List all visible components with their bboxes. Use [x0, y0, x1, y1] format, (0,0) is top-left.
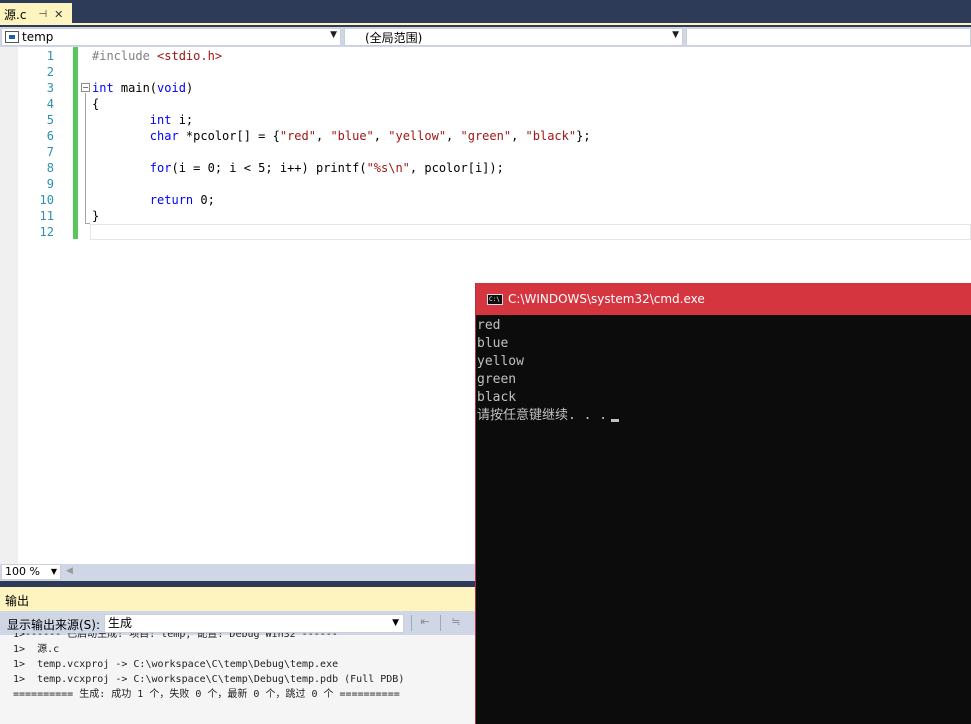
- console-title: C:\WINDOWS\system32\cmd.exe: [508, 292, 705, 306]
- document-tab-strip: 源.c ⊣ ✕: [0, 0, 971, 25]
- chevron-down-icon: ▼: [50, 567, 57, 576]
- line-number: 6: [46, 129, 54, 143]
- navigation-bar: temp ▼ (全局范围) ▼: [0, 27, 971, 47]
- code-line: {: [92, 97, 100, 111]
- line-number: 1: [46, 49, 54, 63]
- tab-title: 源.c: [4, 7, 27, 22]
- console-line: blue: [477, 336, 509, 351]
- console-output: red blue yellow green black 请按任意键继续. . .: [477, 317, 620, 425]
- console-title-bar[interactable]: C:\ C:\WINDOWS\system32\cmd.exe: [476, 283, 971, 315]
- scroll-left-icon[interactable]: ◀: [66, 566, 73, 576]
- toolbar-separator: [440, 615, 441, 631]
- code-line: char *pcolor[] = {"red", "blue", "yellow…: [149, 129, 591, 143]
- previous-message-icon[interactable]: ≒: [449, 615, 463, 629]
- chevron-down-icon: ▼: [672, 30, 679, 40]
- output-source-label: 显示输出来源(S):: [7, 618, 101, 632]
- change-tracking-bar: [73, 47, 78, 239]
- line-number: 4: [46, 97, 54, 111]
- pin-icon[interactable]: ⊣: [38, 9, 47, 20]
- line-number: 7: [46, 145, 54, 159]
- chevron-down-icon: ▼: [330, 30, 337, 40]
- line-number: 12: [39, 225, 54, 239]
- output-panel-title: 输出: [5, 594, 30, 608]
- console-line: yellow: [477, 354, 524, 369]
- code-line: #include <stdio.h>: [92, 49, 223, 63]
- scope-combo-value: (全局范围): [365, 30, 423, 45]
- output-line: 1>------ 已启动生成: 项目: temp, 配置: Debug Win3…: [13, 633, 338, 640]
- toolbar-separator: [411, 615, 412, 631]
- output-line: 1> temp.vcxproj -> C:\workspace\C\temp\D…: [13, 674, 405, 685]
- code-line: }: [92, 209, 100, 223]
- line-numbers: 1 2 3 4 5 6 7 8 9 10 11 12: [18, 48, 54, 240]
- tab-source-file[interactable]: 源.c ⊣ ✕: [0, 3, 72, 25]
- code-line: int i;: [149, 113, 194, 127]
- outline-guide: [85, 93, 86, 223]
- code-text[interactable]: #include <stdio.h> int main(void) { int i…: [92, 48, 591, 240]
- line-number: 2: [46, 65, 54, 79]
- close-icon[interactable]: ✕: [54, 8, 63, 21]
- console-prompt: 请按任意键继续. . .: [477, 408, 608, 423]
- scope-combo[interactable]: (全局范围) ▼: [344, 28, 683, 46]
- output-text[interactable]: 1>------ 已启动生成: 项目: temp, 配置: Debug Win3…: [13, 633, 471, 724]
- project-combo[interactable]: temp ▼: [1, 28, 341, 46]
- line-number: 8: [46, 161, 54, 175]
- console-line: black: [477, 390, 517, 405]
- output-source-combo[interactable]: 生成 ▼: [104, 614, 404, 633]
- console-window[interactable]: C:\ C:\WINDOWS\system32\cmd.exe red blue…: [475, 283, 971, 724]
- member-combo[interactable]: [686, 28, 971, 46]
- project-icon: [5, 31, 19, 43]
- chevron-down-icon: ▼: [392, 618, 399, 628]
- output-line: 1> 源.c: [13, 644, 60, 655]
- project-combo-value: temp: [22, 30, 54, 44]
- zoom-combo[interactable]: 100 % ▼: [1, 564, 61, 580]
- console-app-icon: C:\: [487, 294, 503, 305]
- line-number: 5: [46, 113, 54, 127]
- find-message-icon[interactable]: ⇤: [418, 615, 432, 629]
- line-number: 11: [39, 209, 54, 223]
- console-line: red: [477, 318, 501, 333]
- output-line: ========== 生成: 成功 1 个，失败 0 个，最新 0 个，跳过 0…: [13, 689, 400, 700]
- console-cursor: [611, 419, 620, 422]
- console-line: green: [477, 372, 517, 387]
- zoom-value: 100 %: [5, 565, 40, 578]
- output-source-value: 生成: [108, 616, 133, 630]
- line-number: 10: [39, 193, 54, 207]
- code-line: int main(void): [92, 81, 194, 95]
- code-line: for(i = 0; i < 5; i++) printf("%s\n", pc…: [149, 161, 504, 175]
- line-number: 9: [46, 177, 54, 191]
- indicator-margin: [0, 47, 18, 564]
- output-line: 1> temp.vcxproj -> C:\workspace\C\temp\D…: [13, 659, 339, 670]
- code-line: return 0;: [149, 193, 215, 207]
- console-prompt-line: 请按任意键继续. . .: [477, 407, 620, 425]
- collapse-icon[interactable]: −: [81, 83, 90, 92]
- line-number: 3: [46, 81, 54, 95]
